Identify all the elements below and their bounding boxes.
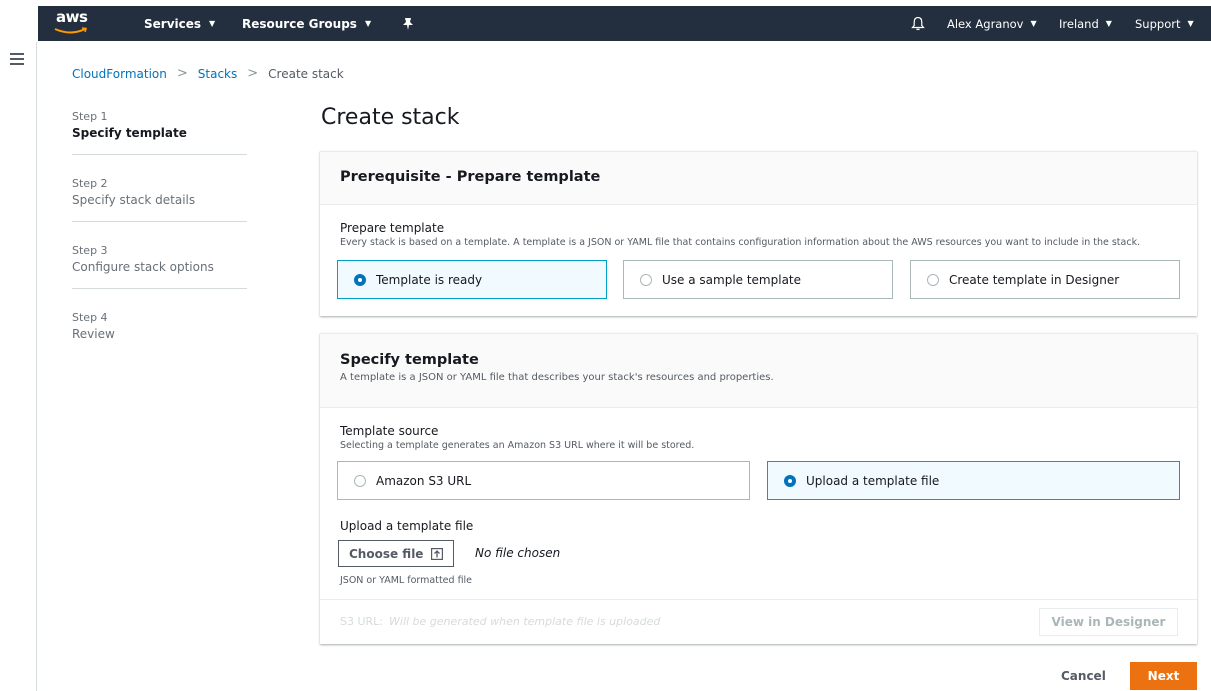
breadcrumb: CloudFormation > Stacks > Create stack <box>72 66 344 81</box>
prepare-template-label: Prepare template <box>340 221 445 235</box>
radio-selected-icon <box>354 273 366 286</box>
bell-icon <box>911 16 925 31</box>
cancel-button[interactable]: Cancel <box>1061 669 1106 683</box>
choose-file-label: Choose file <box>349 546 424 561</box>
use-sample-template-option[interactable]: Use a sample template <box>623 260 893 299</box>
chevron-down-icon: ▼ <box>1105 19 1112 28</box>
template-source-description: Selecting a template generates an Amazon… <box>340 440 695 451</box>
choose-file-button[interactable]: Choose file <box>338 540 455 567</box>
resource-groups-menu-label: Resource Groups <box>242 16 357 31</box>
prepare-template-description: Every stack is based on a template. A te… <box>340 237 1141 248</box>
user-menu-label: Alex Agranov <box>947 16 1024 31</box>
hamburger-menu-icon[interactable] <box>10 53 24 65</box>
specify-template-panel-header: Specify template A template is a JSON or… <box>320 334 1197 408</box>
option-label: Create template in Designer <box>949 272 1120 287</box>
divider <box>320 599 1197 600</box>
chevron-down-icon: ▼ <box>209 19 216 28</box>
pin-button[interactable] <box>402 6 414 41</box>
radio-empty-icon <box>640 273 652 286</box>
upload-template-file-option[interactable]: Upload a template file <box>767 461 1180 500</box>
step-number: Step 1 <box>72 110 108 123</box>
step-label: Specify template <box>72 126 187 140</box>
option-label: Template is ready <box>376 272 483 287</box>
create-template-in-designer-option[interactable]: Create template in Designer <box>910 260 1180 299</box>
step-4: Step 4 Review <box>72 307 247 355</box>
step-number: Step 2 <box>72 177 108 190</box>
step-label: Configure stack options <box>72 260 214 274</box>
upload-file-label: Upload a template file <box>340 519 474 533</box>
specify-template-panel-description: A template is a JSON or YAML file that d… <box>340 372 774 383</box>
step-1[interactable]: Step 1 Specify template <box>72 106 247 155</box>
option-label: Amazon S3 URL <box>376 473 472 488</box>
user-menu[interactable]: Alex Agranov ▼ <box>947 6 1037 41</box>
step-label: Specify stack details <box>72 193 196 207</box>
option-label: Use a sample template <box>662 272 802 287</box>
next-button[interactable]: Next <box>1130 662 1197 690</box>
services-menu-label: Services <box>144 16 202 31</box>
notifications-button[interactable] <box>911 6 925 41</box>
s3-url-readout: S3 URL: Will be generated when template f… <box>340 615 660 628</box>
aws-logo-text: aws <box>56 8 88 26</box>
region-menu-label: Ireland <box>1059 16 1099 31</box>
chevron-right-icon: > <box>176 66 188 81</box>
support-menu-label: Support <box>1135 16 1181 31</box>
region-menu[interactable]: Ireland ▼ <box>1059 6 1112 41</box>
upload-hint: JSON or YAML formatted file <box>340 575 473 586</box>
option-label: Upload a template file <box>806 473 940 488</box>
page-title: Create stack <box>321 105 460 130</box>
prerequisite-panel-header: Prerequisite - Prepare template <box>320 152 1197 205</box>
prerequisite-panel: Prerequisite - Prepare template Prepare … <box>320 151 1197 316</box>
amazon-s3-url-option[interactable]: Amazon S3 URL <box>337 461 750 500</box>
s3-url-placeholder: Will be generated when template file is … <box>389 615 661 628</box>
template-is-ready-option[interactable]: Template is ready <box>337 260 607 299</box>
resource-groups-menu[interactable]: Resource Groups ▼ <box>242 6 371 41</box>
breadcrumb-stacks[interactable]: Stacks <box>198 67 237 81</box>
prerequisite-panel-title: Prerequisite - Prepare template <box>340 169 601 185</box>
aws-smile-icon <box>54 27 88 34</box>
radio-selected-icon <box>784 474 796 487</box>
prepare-template-field: Prepare template Every stack is based on… <box>340 221 1190 248</box>
view-in-designer-button[interactable]: View in Designer <box>1039 608 1178 636</box>
radio-empty-icon <box>927 273 939 286</box>
aws-logo[interactable]: aws <box>54 8 90 38</box>
step-number: Step 4 <box>72 311 108 324</box>
no-file-chosen-text: No file chosen <box>475 546 561 560</box>
chevron-right-icon: > <box>247 66 259 81</box>
chevron-down-icon: ▼ <box>364 19 372 28</box>
wizard-steps: Step 1 Specify template Step 2 Specify s… <box>72 106 247 373</box>
specify-template-panel-title: Specify template <box>340 352 479 368</box>
services-menu[interactable]: Services ▼ <box>144 6 215 41</box>
step-number: Step 3 <box>72 244 108 257</box>
top-navigation-bar: aws Services ▼ Resource Groups ▼ Alex Ag… <box>38 6 1211 41</box>
step-2: Step 2 Specify stack details <box>72 173 247 222</box>
step-label: Review <box>72 327 115 341</box>
s3-url-label: S3 URL: <box>340 615 384 628</box>
chevron-down-icon: ▼ <box>1187 19 1194 28</box>
support-menu[interactable]: Support ▼ <box>1135 6 1194 41</box>
chevron-down-icon: ▼ <box>1030 19 1037 28</box>
specify-template-panel: Specify template A template is a JSON or… <box>320 333 1197 644</box>
radio-empty-icon <box>354 474 366 487</box>
side-rail <box>0 42 37 691</box>
top-navigation: aws Services ▼ Resource Groups ▼ Alex Ag… <box>0 0 1211 42</box>
breadcrumb-cloudformation[interactable]: CloudFormation <box>72 67 167 81</box>
pin-icon <box>403 17 413 30</box>
template-source-label: Template source <box>340 424 439 438</box>
breadcrumb-current: Create stack <box>268 66 344 81</box>
upload-icon <box>431 547 444 560</box>
template-source-field: Template source Selecting a template gen… <box>340 424 1190 451</box>
step-3: Step 3 Configure stack options <box>72 240 247 289</box>
